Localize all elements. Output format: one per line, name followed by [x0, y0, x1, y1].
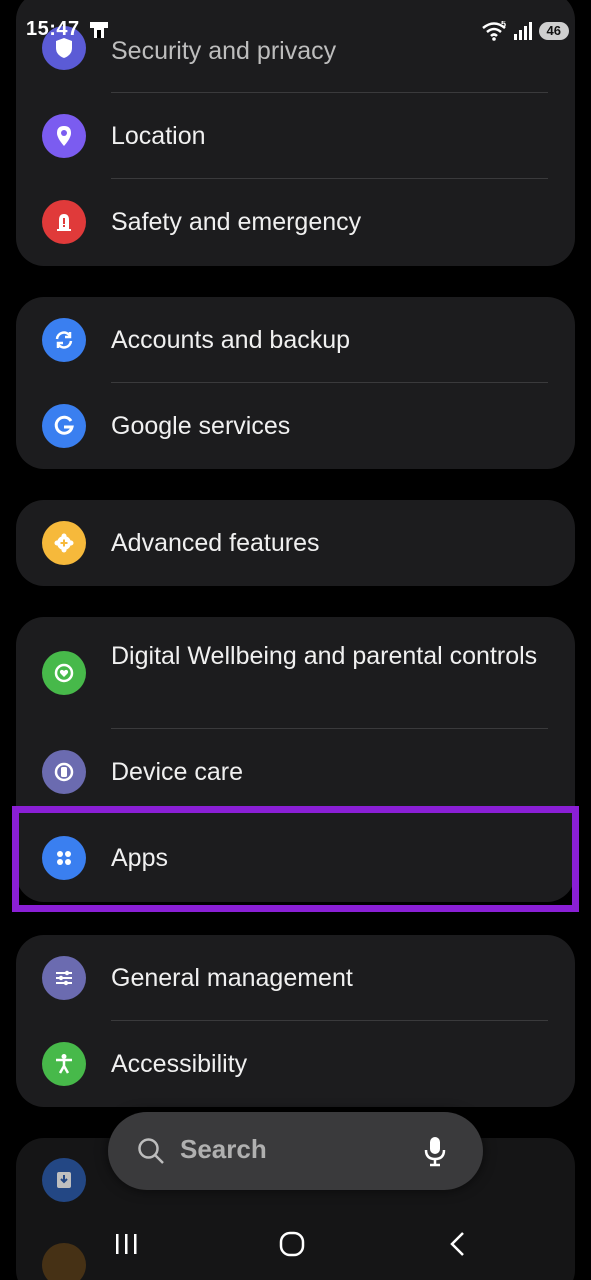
settings-item-label: Accessibility — [111, 1050, 248, 1078]
settings-item-location[interactable]: Location — [16, 93, 575, 179]
settings-item-label: Google services — [111, 412, 291, 440]
status-time: 15:47 — [26, 18, 80, 40]
navigation-bar — [0, 1212, 591, 1280]
battery-indicator: 46 — [538, 22, 569, 40]
settings-item-label: Accounts and backup — [111, 326, 351, 354]
settings-item-accessibility[interactable]: Accessibility — [16, 1021, 575, 1107]
recent-apps-icon[interactable] — [106, 1228, 146, 1260]
search-placeholder: Search — [180, 1134, 267, 1164]
settings-item-label: Digital Wellbeing and parental controls — [111, 642, 538, 670]
settings-item-label: General management — [111, 964, 353, 992]
device-care-icon — [42, 750, 86, 794]
alert-icon — [42, 200, 86, 244]
settings-item-general-management[interactable]: General management — [16, 935, 575, 1021]
settings-item-label: Safety and emergency — [111, 208, 362, 236]
settings-group-advanced: Advanced features — [16, 500, 575, 586]
location-pin-icon — [42, 114, 86, 158]
settings-group-accounts: Accounts and backup Google services — [16, 297, 575, 469]
settings-item-digital-wellbeing[interactable]: Digital Wellbeing and parental controls — [16, 617, 575, 729]
settings-item-label: Location — [111, 122, 206, 150]
gear-plus-icon — [42, 521, 86, 565]
settings-item-advanced-features[interactable]: Advanced features — [16, 500, 575, 586]
google-icon — [42, 404, 86, 448]
accessibility-icon — [42, 1042, 86, 1086]
apps-highlight-box — [12, 806, 579, 912]
settings-item-label: Device care — [111, 758, 243, 786]
settings-group-general: General management Accessibility — [16, 935, 575, 1107]
sync-icon — [42, 318, 86, 362]
status-indicators: 5 46 — [481, 20, 569, 42]
back-icon[interactable] — [438, 1228, 478, 1260]
home-icon[interactable] — [272, 1228, 312, 1260]
settings-item-device-care[interactable]: Device care — [16, 729, 575, 815]
settings-item-safety-emergency[interactable]: Safety and emergency — [16, 179, 575, 265]
settings-item-google-services[interactable]: Google services — [16, 383, 575, 469]
software-update-icon — [42, 1158, 86, 1202]
search-bar[interactable]: Search — [108, 1112, 483, 1190]
notification-icon — [90, 22, 108, 38]
search-icon — [138, 1138, 164, 1164]
wifi-icon: 5 — [481, 21, 506, 41]
wifi-generation: 5 — [501, 21, 506, 29]
cell-signal-icon — [513, 22, 532, 40]
status-bar: 15:47 5 46 — [0, 0, 591, 56]
settings-item-accounts-backup[interactable]: Accounts and backup — [16, 297, 575, 383]
microphone-icon[interactable] — [423, 1135, 447, 1167]
heart-ring-icon — [42, 651, 86, 695]
sliders-icon — [42, 956, 86, 1000]
settings-item-label: Advanced features — [111, 529, 320, 557]
